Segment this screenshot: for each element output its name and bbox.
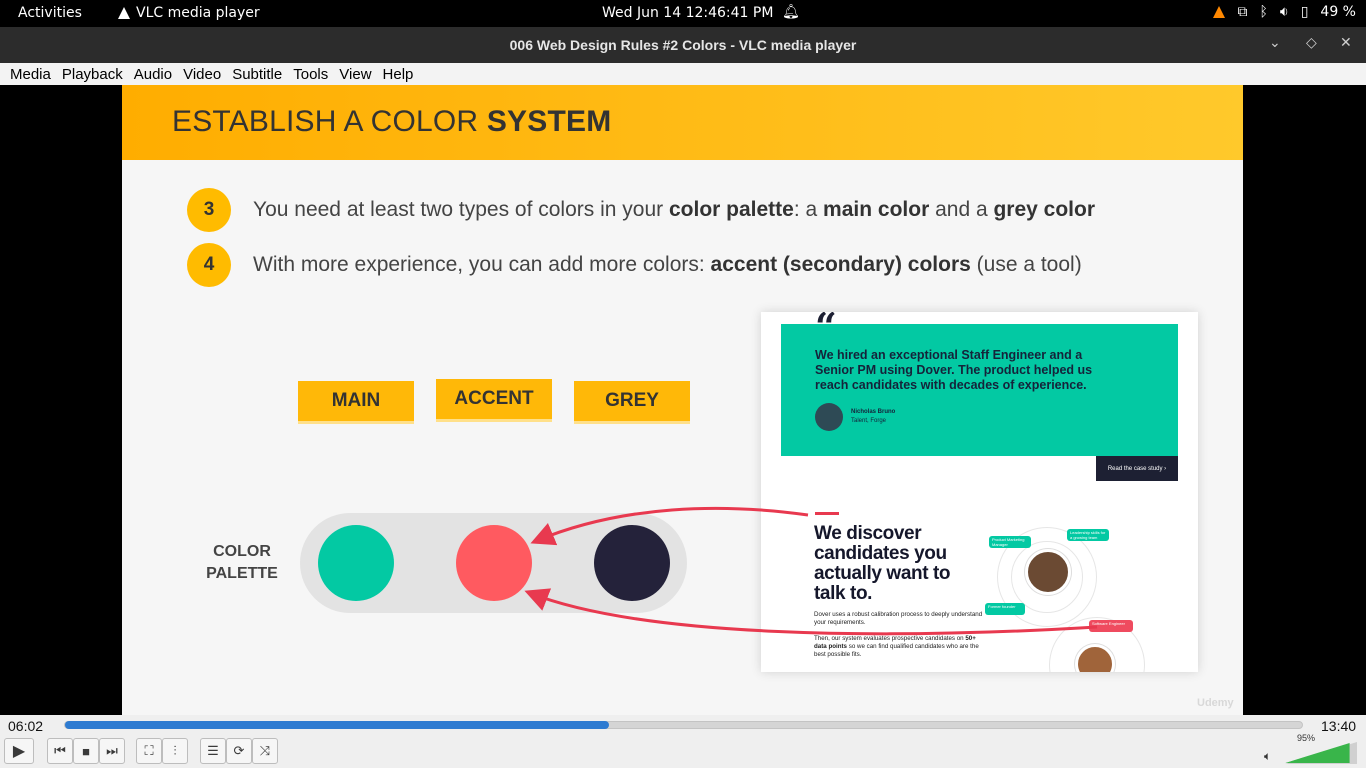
play-icon: ▶ — [12, 743, 26, 760]
minimize-chevron-icon[interactable]: ⌄ — [1269, 35, 1281, 51]
shuffle-button[interactable]: ⤨ — [252, 738, 278, 764]
app-menu[interactable]: VLC media player — [118, 5, 260, 21]
annotation-arrows — [524, 506, 1098, 636]
playlist-button[interactable]: ☰ — [200, 738, 226, 764]
notification-bell-icon: 🔔︎ — [782, 4, 800, 20]
fullscreen-button[interactable]: ⛶ — [136, 738, 162, 764]
video-area[interactable]: ESTABLISH A COLOR SYSTEM 3 You need at l… — [0, 85, 1366, 715]
menu-audio[interactable]: Audio — [129, 66, 178, 83]
volume-slider[interactable]: 95% — [1285, 733, 1357, 764]
maximize-diamond-icon[interactable]: ◇ — [1306, 35, 1317, 51]
menu-media[interactable]: Media — [0, 66, 57, 83]
volume-percent: 95% — [1297, 733, 1316, 743]
activities-button[interactable]: Activities — [18, 5, 82, 21]
app-menu-label: VLC media player — [136, 5, 260, 21]
window-title-bar: 006 Web Design Rules #2 Colors - VLC med… — [0, 27, 1366, 63]
menu-bar: Media Playback Audio Video Subtitle Tool… — [0, 63, 1366, 85]
extended-settings-button[interactable]: ⫶ — [162, 738, 188, 764]
close-icon[interactable]: ✕ — [1340, 35, 1352, 51]
stop-button[interactable]: ■ — [73, 738, 99, 764]
next-button[interactable]: ⏭ — [99, 738, 125, 764]
loop-icon: ⟳ — [233, 743, 245, 758]
shuffle-icon: ⤨ — [259, 743, 271, 758]
arrow-to-accent-bottom — [524, 588, 1098, 636]
volume-icon: 🔉︎ — [1279, 4, 1289, 20]
total-time[interactable]: 13:40 — [1321, 718, 1356, 734]
window-title: 006 Web Design Rules #2 Colors - VLC med… — [509, 37, 857, 53]
seek-progress — [65, 721, 610, 729]
stop-icon: ■ — [82, 743, 90, 759]
video-frame-slide: ESTABLISH A COLOR SYSTEM 3 You need at l… — [122, 85, 1243, 715]
udemy-watermark: Udemy — [1197, 697, 1234, 709]
equalizer-icon: ⫶ — [173, 743, 177, 758]
previous-button[interactable]: ⏮ — [47, 738, 73, 764]
mute-speaker-icon[interactable]: 🔈︎ — [1264, 749, 1271, 764]
fullscreen-icon: ⛶ — [144, 743, 154, 758]
system-tray[interactable]: ⧉ ᛒ 🔉︎ ▯ 49 % — [1213, 4, 1356, 20]
play-button[interactable]: ▶ — [4, 738, 34, 764]
menu-tools[interactable]: Tools — [288, 66, 334, 83]
vlc-cone-icon — [118, 7, 130, 19]
bluetooth-icon: ᛒ — [1259, 4, 1268, 20]
system-top-bar: Activities VLC media player Wed Jun 14 1… — [0, 0, 1366, 27]
arrow-to-accent-top — [530, 506, 809, 546]
battery-icon: ▯ — [1300, 4, 1309, 20]
clock[interactable]: Wed Jun 14 12:46:41 PM — [602, 5, 773, 21]
next-icon: ⏭ — [106, 743, 118, 758]
battery-percent: 49 % — [1320, 4, 1356, 20]
menu-view[interactable]: View — [334, 66, 377, 83]
playlist-icon: ☰ — [207, 743, 219, 758]
playback-controls: 06:02 13:40 ▶ ⏮ ■ ⏭ ⛶ ⫶ ☰ ⟳ ⤨ 🔈︎ 95% — [0, 715, 1366, 768]
vlc-tray-icon[interactable] — [1213, 6, 1226, 18]
seek-bar[interactable] — [64, 721, 1303, 729]
menu-playback[interactable]: Playback — [57, 66, 129, 83]
menu-subtitle[interactable]: Subtitle — [227, 66, 288, 83]
display-icon: ⧉ — [1237, 4, 1248, 20]
previous-icon: ⏮ — [54, 743, 66, 758]
menu-video[interactable]: Video — [178, 66, 227, 83]
menu-help[interactable]: Help — [378, 66, 420, 83]
loop-button[interactable]: ⟳ — [226, 738, 252, 764]
elapsed-time[interactable]: 06:02 — [8, 718, 43, 734]
